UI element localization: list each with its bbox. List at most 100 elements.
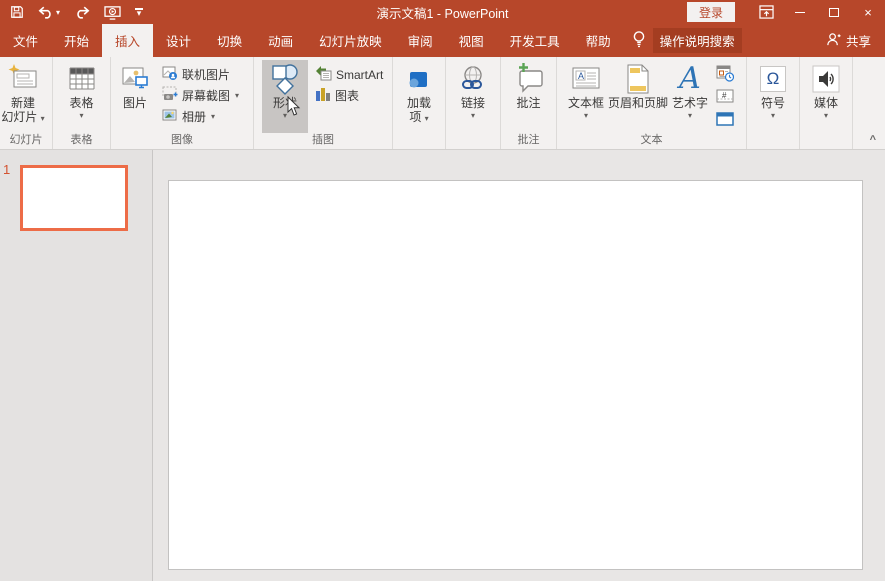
group-label-illustrations: 插图	[254, 133, 392, 149]
start-slideshow-icon[interactable]	[104, 5, 121, 20]
group-label-addins	[393, 133, 445, 149]
group-tables: 表格 ▾ 表格	[52, 57, 110, 149]
save-icon[interactable]	[10, 5, 24, 19]
dropdown-arrow-icon: ▾	[283, 112, 287, 120]
text-box-button[interactable]: A 文本框 ▾	[563, 60, 609, 133]
tab-file[interactable]: 文件	[0, 24, 51, 57]
close-button[interactable]: ×	[851, 0, 885, 24]
dropdown-arrow-icon: ▾	[688, 112, 692, 120]
slide-1-thumbnail[interactable]	[20, 165, 128, 231]
tab-insert[interactable]: 插入	[102, 24, 153, 57]
tab-transitions[interactable]: 切换	[204, 24, 255, 57]
smartart-button[interactable]: SmartArt	[312, 64, 386, 85]
chart-label: 图表	[335, 87, 359, 104]
addins-icon	[402, 62, 436, 96]
online-pictures-label: 联机图片	[182, 66, 230, 83]
pictures-icon	[118, 62, 152, 96]
dropdown-arrow-icon: ▾	[79, 112, 83, 120]
online-pictures-button[interactable]: 联机图片	[159, 64, 242, 85]
group-addins: 加载 项 ▾	[392, 57, 445, 149]
object-icon	[716, 112, 734, 129]
comment-icon	[512, 62, 546, 96]
dropdown-arrow-icon: ▾	[771, 112, 775, 120]
tab-developer[interactable]: 开发工具	[497, 24, 573, 57]
wordart-icon: A	[679, 64, 701, 94]
object-button[interactable]	[713, 110, 737, 130]
group-label-comments: 批注	[501, 133, 556, 149]
link-button[interactable]: 链接 ▾	[450, 60, 496, 133]
tell-me-search-input[interactable]: 操作说明搜索	[653, 28, 742, 53]
tab-help[interactable]: 帮助	[573, 24, 624, 57]
screenshot-label: 屏幕截图	[182, 87, 230, 104]
group-label-text: 文本	[557, 133, 746, 149]
symbol-icon: Ω	[760, 66, 786, 92]
lightbulb-icon	[632, 30, 646, 51]
chart-icon	[315, 86, 331, 105]
screenshot-icon	[162, 86, 178, 105]
dropdown-arrow-icon: ▾	[824, 112, 828, 120]
slide-number-icon: #	[716, 89, 734, 106]
new-slide-icon	[6, 62, 40, 96]
ribbon: 新建 幻灯片 ▾ 幻灯片 表格 ▾ 表格 图片	[0, 57, 885, 150]
photo-album-icon	[162, 107, 178, 126]
photo-album-button[interactable]: 相册 ▾	[159, 106, 242, 127]
wordart-button[interactable]: A 艺术字 ▾	[667, 60, 713, 133]
tab-home[interactable]: 开始	[51, 24, 102, 57]
share-button[interactable]: 共享	[826, 24, 885, 57]
sign-in-button[interactable]: 登录	[687, 2, 735, 22]
group-label-images: 图像	[111, 133, 253, 149]
customize-quick-access-icon[interactable]: ▾	[135, 8, 143, 16]
dropdown-arrow-icon: ▾	[211, 112, 215, 121]
title-bar: ▾ ▾ 演示文稿1 - PowerPoint 登录 ×	[0, 0, 885, 24]
dropdown-arrow-icon: ▾	[235, 91, 239, 100]
group-slides: 新建 幻灯片 ▾ 幻灯片	[0, 57, 52, 149]
ribbon-tab-bar: 文件 开始 插入 设计 切换 动画 幻灯片放映 审阅 视图 开发工具 帮助 操作…	[0, 24, 885, 57]
tab-review[interactable]: 审阅	[395, 24, 446, 57]
chart-button[interactable]: 图表	[312, 85, 386, 106]
minimize-button[interactable]	[783, 0, 817, 24]
symbol-button[interactable]: Ω 符号 ▾	[750, 60, 796, 133]
date-and-time-button[interactable]	[713, 64, 737, 84]
online-pictures-icon	[162, 65, 178, 84]
slide-canvas[interactable]	[168, 180, 863, 570]
group-images: 图片 联机图片 屏幕截图 ▾	[110, 57, 253, 149]
dropdown-arrow-icon: ▾	[471, 112, 475, 120]
header-footer-button[interactable]: 页眉和页脚	[609, 60, 667, 133]
slide-number-button[interactable]: #	[713, 87, 737, 107]
smartart-icon	[315, 65, 332, 84]
tab-design[interactable]: 设计	[153, 24, 204, 57]
shapes-button[interactable]: 形状 ▾	[262, 60, 308, 133]
tab-slideshow[interactable]: 幻灯片放映	[306, 24, 395, 57]
tab-view[interactable]: 视图	[446, 24, 497, 57]
group-comments: 批注 批注	[500, 57, 556, 149]
addins-button[interactable]: 加载 项 ▾	[396, 60, 442, 133]
group-label-slides: 幻灯片	[0, 133, 52, 149]
group-links: 链接 ▾	[445, 57, 500, 149]
undo-icon[interactable]: ▾	[38, 6, 60, 19]
maximize-button[interactable]	[817, 0, 851, 24]
dropdown-arrow-icon: ▾	[41, 114, 45, 123]
group-label-tables: 表格	[53, 133, 110, 149]
quick-access-toolbar: ▾ ▾	[0, 5, 143, 20]
screenshot-button[interactable]: 屏幕截图 ▾	[159, 85, 242, 106]
collapse-ribbon-icon[interactable]: ^	[870, 134, 876, 146]
new-slide-button[interactable]: 新建 幻灯片 ▾	[0, 60, 46, 133]
slide-thumbnail-panel: 1	[0, 150, 153, 581]
svg-text:A: A	[578, 71, 584, 81]
table-button[interactable]: 表格 ▾	[59, 60, 105, 133]
redo-icon[interactable]	[74, 6, 90, 19]
slide-number-label: 1	[3, 162, 10, 177]
undo-dropdown-icon[interactable]: ▾	[56, 8, 60, 17]
media-button[interactable]: 媒体 ▾	[803, 60, 849, 133]
comment-button[interactable]: 批注	[506, 60, 552, 133]
group-text: A 文本框 ▾ 页眉和页脚 A 艺术字 ▾	[556, 57, 746, 149]
person-plus-icon	[826, 32, 841, 49]
shapes-icon	[268, 62, 302, 96]
group-label-media	[800, 133, 852, 149]
smartart-label: SmartArt	[336, 68, 383, 82]
header-footer-icon	[621, 62, 655, 96]
tab-animations[interactable]: 动画	[255, 24, 306, 57]
ribbon-display-options-icon[interactable]	[749, 0, 783, 24]
photo-album-label: 相册	[182, 108, 206, 125]
pictures-button[interactable]: 图片	[111, 60, 159, 133]
